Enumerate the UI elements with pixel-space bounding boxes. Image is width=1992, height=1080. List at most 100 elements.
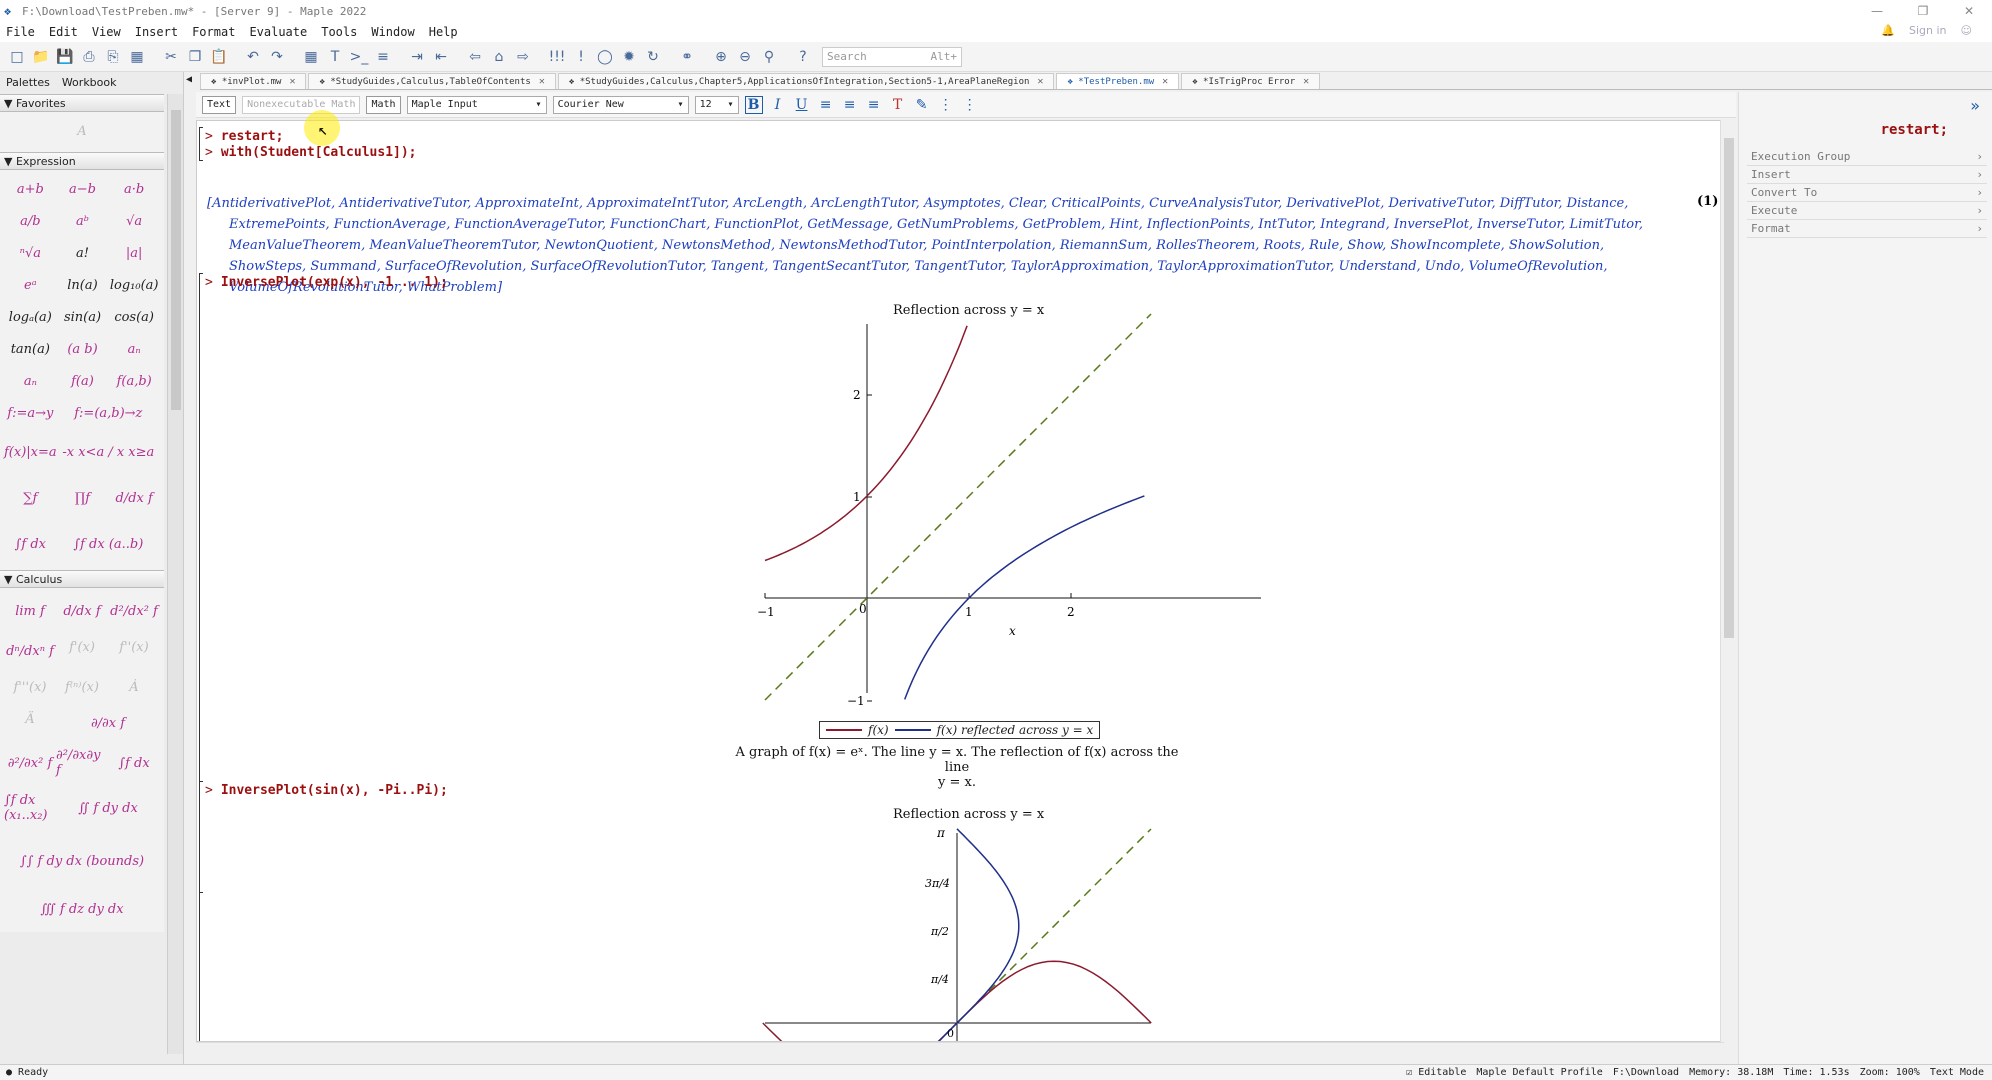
bullet-list-icon[interactable]: ⋮	[937, 96, 955, 114]
palette-item[interactable]: f(a,b)	[108, 368, 160, 394]
align-center-icon[interactable]: ≡	[841, 96, 859, 114]
palette-item[interactable]: ∫f dx	[108, 746, 160, 780]
align-right-icon[interactable]: ≡	[865, 96, 883, 114]
panel-collapse-icon[interactable]: ◀	[186, 74, 192, 85]
tab-palettes[interactable]: Palettes	[0, 76, 56, 89]
palette-header-calculus[interactable]: ▼ Calculus	[0, 570, 164, 588]
close-tab-icon[interactable]: ✕	[289, 76, 295, 87]
print-icon[interactable]: ⎙	[78, 46, 100, 68]
palette-item[interactable]: ∫f dx (x₁..x₂)	[4, 786, 56, 830]
close-tab-icon[interactable]: ✕	[1162, 76, 1168, 87]
palette-item[interactable]: a+b	[4, 176, 57, 202]
palette-item[interactable]: cos(a)	[108, 304, 160, 330]
menu-edit[interactable]: Edit	[49, 25, 78, 39]
editable-checkbox[interactable]: ☑ Editable	[1406, 1067, 1466, 1078]
link-icon[interactable]: ⚭	[676, 46, 698, 68]
palette-item[interactable]: dⁿ/dxⁿ f	[4, 634, 56, 668]
menu-file[interactable]: File	[6, 25, 35, 39]
palette-item[interactable]: a·b	[108, 176, 160, 202]
action-format[interactable]: Format ›	[1747, 220, 1987, 238]
align-left-icon[interactable]: ≡	[817, 96, 835, 114]
debug-icon[interactable]: ✹	[618, 46, 640, 68]
underline-icon[interactable]: U	[793, 96, 811, 114]
text-mode-icon[interactable]: T	[324, 46, 346, 68]
palette-item[interactable]: f⁽ⁿ⁾(x)	[56, 674, 108, 700]
palette-item[interactable]: ∏f	[57, 478, 109, 518]
palette-scrollbar[interactable]	[167, 94, 183, 1054]
palette-item[interactable]: logₐ(a)	[4, 304, 57, 330]
double-chevron-right-icon[interactable]: »	[1970, 96, 1980, 115]
font-select[interactable]: Courier New ▾	[552, 95, 689, 114]
close-window-icon[interactable]: ✕	[1946, 0, 1992, 22]
palette-item[interactable]: lim f	[4, 594, 56, 628]
zoom-reset-icon[interactable]: ⚲	[758, 46, 780, 68]
minimize-icon[interactable]: —	[1854, 0, 1900, 22]
palette-item[interactable]: eᵃ	[4, 272, 57, 298]
palette-item[interactable]: ∭ f dz dy dx	[4, 892, 160, 926]
close-tab-icon[interactable]: ✕	[1303, 76, 1309, 87]
scroll-thumb[interactable]	[171, 110, 181, 410]
copy-icon[interactable]: ❐	[184, 46, 206, 68]
worksheet[interactable]: > restart; > with(Student[Calculus1]); [An…	[196, 120, 1724, 1042]
action-execute[interactable]: Execute ›	[1747, 202, 1987, 220]
user-icon[interactable]: ☺	[1961, 24, 1972, 37]
execute-icon[interactable]: !	[570, 46, 592, 68]
doc-tab[interactable]: ❖ *invPlot.mw ✕	[200, 73, 307, 89]
menu-format[interactable]: Format	[192, 25, 235, 39]
input-mode-select[interactable]: Maple Input ▾	[406, 95, 547, 114]
close-tab-icon[interactable]: ✕	[539, 76, 545, 87]
undo-icon[interactable]: ↶	[242, 46, 264, 68]
palette-item[interactable]: aₙ	[4, 368, 57, 394]
plot2-svg[interactable]: π 3π/4 π/2 π/4 0	[197, 121, 1724, 1042]
menu-view[interactable]: View	[92, 25, 121, 39]
section-icon[interactable]: ≡	[372, 46, 394, 68]
action-insert[interactable]: Insert ›	[1747, 166, 1987, 184]
cut-icon[interactable]: ✂	[160, 46, 182, 68]
home-icon[interactable]: ⌂	[488, 46, 510, 68]
palette-item[interactable]: a−b	[57, 176, 109, 202]
back-icon[interactable]: ⇦	[464, 46, 486, 68]
palette-item[interactable]: Ä	[4, 706, 56, 732]
palette-item[interactable]: f'''(x)	[4, 674, 56, 700]
tab-workbook[interactable]: Workbook	[56, 76, 123, 89]
outdent-icon[interactable]: ⇤	[430, 46, 452, 68]
palette-item[interactable]: ∂²/∂x∂y f	[56, 746, 108, 780]
new-document-icon[interactable]: □	[6, 46, 28, 68]
palette-item[interactable]: ∫f dx	[4, 524, 57, 564]
palette-item[interactable]: -x x<a / x x≥a	[57, 432, 160, 472]
palette-item[interactable]: log₁₀(a)	[108, 272, 160, 298]
palette-item[interactable]: ∑f	[4, 478, 57, 518]
palette-item[interactable]: |a|	[108, 240, 160, 266]
action-convert-to[interactable]: Convert To ›	[1747, 184, 1987, 202]
indent-icon[interactable]: ⇥	[406, 46, 428, 68]
print-preview-icon[interactable]: ⎘	[102, 46, 124, 68]
menu-window[interactable]: Window	[371, 25, 414, 39]
grid-icon[interactable]: ▦	[126, 46, 148, 68]
nonexecutable-math-button[interactable]: Nonexecutable Math	[242, 95, 361, 114]
palette-item[interactable]: f:=(a,b)→z	[57, 400, 160, 426]
close-tab-icon[interactable]: ✕	[1037, 76, 1043, 87]
worksheet-hscrollbar[interactable]	[196, 1042, 1724, 1056]
bell-icon[interactable]: 🔔	[1881, 24, 1895, 37]
font-size-select[interactable]: 12 ▾	[694, 95, 739, 114]
zoom-in-icon[interactable]: ⊕	[710, 46, 732, 68]
palette-item[interactable]: aₙ	[108, 336, 160, 362]
execute-all-icon[interactable]: !!!	[546, 46, 568, 68]
palette-item[interactable]: d²/dx² f	[108, 594, 160, 628]
text-color-icon[interactable]: T	[889, 96, 907, 114]
doc-tab[interactable]: ❖ *StudyGuides,Calculus,Chapter5,Applica…	[557, 73, 1055, 89]
doc-tab-active[interactable]: ❖ *TestPreben.mw ✕	[1056, 73, 1180, 89]
palette-item[interactable]: ⁿ√a	[4, 240, 57, 266]
menu-tools[interactable]: Tools	[321, 25, 357, 39]
palette-item[interactable]: ∫∫ f dy dx (bounds)	[4, 836, 160, 886]
palette-item[interactable]: f'(x)	[56, 634, 108, 660]
search-input[interactable]: Search Alt+	[822, 46, 962, 67]
paste-icon[interactable]: 📋	[208, 46, 230, 68]
palette-header-expression[interactable]: ▼ Expression	[0, 152, 164, 170]
palette-item[interactable]: sin(a)	[57, 304, 109, 330]
palette-item[interactable]: ∫f dx (a..b)	[57, 524, 160, 564]
status-zoom[interactable]: Zoom: 100%	[1860, 1067, 1920, 1078]
menu-help[interactable]: Help	[429, 25, 458, 39]
palette-item[interactable]: d/dx f	[56, 594, 108, 628]
save-icon[interactable]: 💾	[54, 46, 76, 68]
